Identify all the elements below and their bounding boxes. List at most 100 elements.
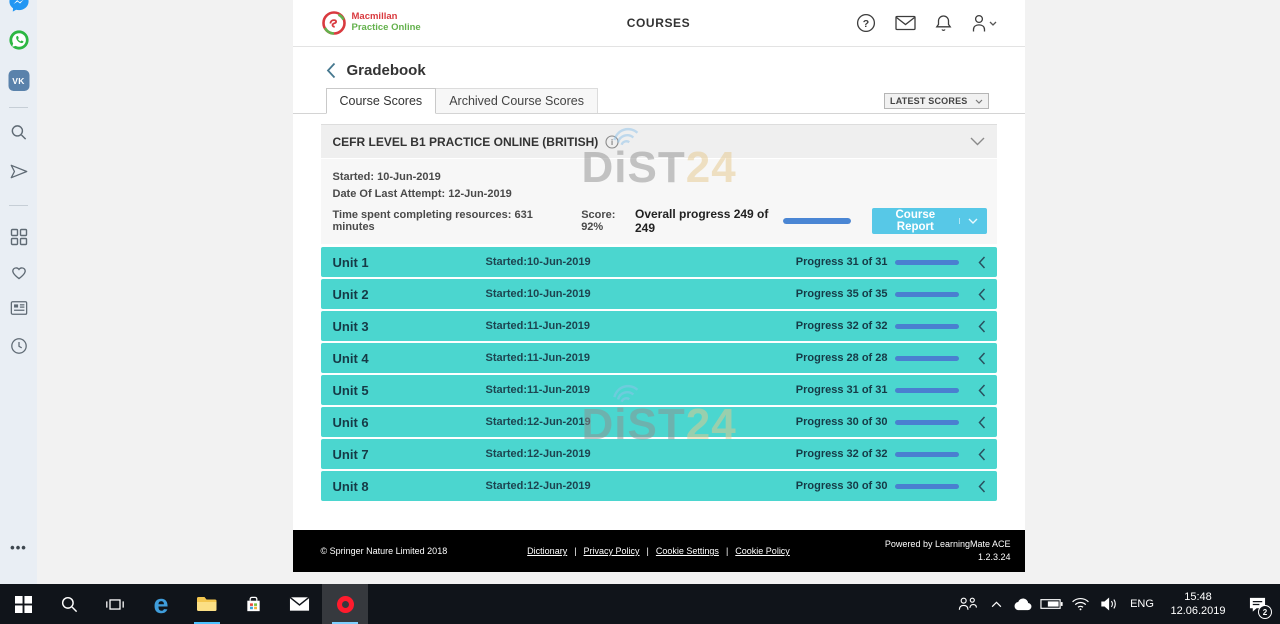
course-last-attempt: Date Of Last Attempt: 12-Jun-2019 [333,188,987,200]
nav-courses-link[interactable]: COURSES [627,16,691,30]
notifications-bell-icon[interactable] [935,14,952,33]
overall-progress-label: Overall progress 249 of 249 [635,207,775,235]
task-view-icon [105,596,125,613]
folder-icon [196,595,218,613]
unit-progress-bar [895,420,959,425]
unit-progress-label: Progress 31 of 31 [796,256,888,268]
footer-link[interactable]: Dictionary [527,546,567,556]
heart-icon[interactable] [9,263,28,280]
unit-started-date: Started:11-Jun-2019 [486,320,591,332]
unit-row[interactable]: Unit 5 Started:11-Jun-2019 Progress 31 o… [321,375,997,405]
unit-name: Unit 3 [321,319,486,334]
search-icon[interactable] [9,123,28,142]
file-explorer-button[interactable] [184,584,230,624]
chevron-left-icon[interactable] [978,448,986,461]
sidebar-divider [9,107,28,108]
windows-taskbar: e [0,584,1280,624]
store-button[interactable] [230,584,276,624]
chevron-left-icon[interactable] [978,416,986,429]
wifi-icon[interactable] [1066,584,1094,624]
sort-dropdown[interactable]: LATEST SCORES [884,93,988,109]
unit-progress-bar [895,356,959,361]
footer-link[interactable]: Cookie Settings [656,546,719,556]
volume-icon[interactable] [1094,584,1124,624]
unit-progress-bar [895,292,959,297]
unit-progress-bar [895,484,959,489]
course-report-button[interactable]: Course Report [872,208,986,234]
search-icon [60,595,79,614]
unit-row[interactable]: Unit 1 Started:10-Jun-2019 Progress 31 o… [321,247,997,277]
whatsapp-icon[interactable] [8,29,30,51]
chevron-left-icon[interactable] [978,288,986,301]
unit-row[interactable]: Unit 8 Started:12-Jun-2019 Progress 30 o… [321,471,997,501]
screen: VK ••• [0,0,1280,624]
tab-archived-course-scores[interactable]: Archived Course Scores [436,88,598,113]
chevron-left-icon[interactable] [978,480,986,493]
account-menu-icon[interactable] [971,14,997,33]
footer-link[interactable]: Privacy Policy [584,546,640,556]
unit-progress-fill [895,356,959,361]
more-glyph: ••• [10,540,27,555]
history-clock-icon[interactable] [10,337,28,355]
unit-progress-bar [895,452,959,457]
battery-icon[interactable] [1036,584,1066,624]
unit-row[interactable]: Unit 3 Started:11-Jun-2019 Progress 32 o… [321,311,997,341]
people-icon[interactable] [950,584,984,624]
apps-grid-icon[interactable] [10,228,28,246]
tab-course-scores[interactable]: Course Scores [326,88,437,114]
unit-started-date: Started:12-Jun-2019 [486,480,591,492]
unit-row[interactable]: Unit 7 Started:12-Jun-2019 Progress 32 o… [321,439,997,469]
chevron-left-icon[interactable] [978,352,986,365]
messenger-icon[interactable] [7,0,30,14]
opera-sidebar: VK ••• [0,0,37,584]
course-details: Started: 10-Jun-2019 Date Of Last Attemp… [321,159,997,244]
chevron-left-icon[interactable] [978,256,986,269]
footer-powered-by: Powered by LearningMate ACE [885,539,1011,549]
windows-logo-icon [15,596,32,613]
help-icon[interactable]: ? [856,13,876,33]
news-feed-icon[interactable] [10,300,28,316]
language-indicator[interactable]: ENG [1124,584,1160,624]
action-center-button[interactable]: 2 [1236,584,1278,624]
course-panel-header[interactable]: CEFR LEVEL B1 PRACTICE ONLINE (BRITISH) … [321,125,997,159]
unit-progress-fill [895,324,959,329]
unit-name: Unit 6 [321,415,486,430]
start-button[interactable] [0,584,46,624]
unit-started-date: Started:12-Jun-2019 [486,448,591,460]
vk-label: VK [8,70,29,91]
unit-progress-fill [895,292,959,297]
edge-button[interactable]: e [138,584,184,624]
clock[interactable]: 15:48 12.06.2019 [1160,584,1236,624]
send-icon[interactable] [9,163,29,180]
opera-button[interactable] [322,584,368,624]
chevron-left-icon[interactable] [978,320,986,333]
vk-icon[interactable]: VK [8,70,29,91]
unit-row[interactable]: Unit 2 Started:10-Jun-2019 Progress 35 o… [321,279,997,309]
info-icon[interactable]: i [605,135,619,149]
mail-icon [289,596,310,612]
unit-progress-bar [895,260,959,265]
hidden-icons-chevron[interactable] [984,584,1008,624]
taskbar-search-button[interactable] [46,584,92,624]
more-ellipsis-icon[interactable]: ••• [10,540,27,555]
course-panel: CEFR LEVEL B1 PRACTICE ONLINE (BRITISH) … [321,124,997,244]
footer-link[interactable]: Cookie Policy [735,546,790,556]
back-chevron-icon[interactable] [326,62,336,79]
collapse-chevron-icon[interactable] [970,137,985,146]
unit-name: Unit 4 [321,351,486,366]
onedrive-cloud-icon[interactable] [1008,584,1036,624]
unit-progress-label: Progress 30 of 30 [796,416,888,428]
chevron-left-icon[interactable] [978,384,986,397]
macmillan-logo-icon [321,10,347,36]
unit-progress-fill [895,484,959,489]
footer-copyright: © Springer Nature Limited 2018 [321,546,448,556]
unit-row[interactable]: Unit 4 Started:11-Jun-2019 Progress 28 o… [321,343,997,373]
mail-icon[interactable] [895,15,916,31]
unit-progress-label: Progress 32 of 32 [796,320,888,332]
logo-line2: Practice Online [352,23,421,34]
macmillan-logo[interactable]: Macmillan Practice Online [321,10,421,36]
task-view-button[interactable] [92,584,138,624]
mail-app-button[interactable] [276,584,322,624]
unit-row[interactable]: Unit 6 Started:12-Jun-2019 Progress 30 o… [321,407,997,437]
edge-icon: e [153,591,168,618]
